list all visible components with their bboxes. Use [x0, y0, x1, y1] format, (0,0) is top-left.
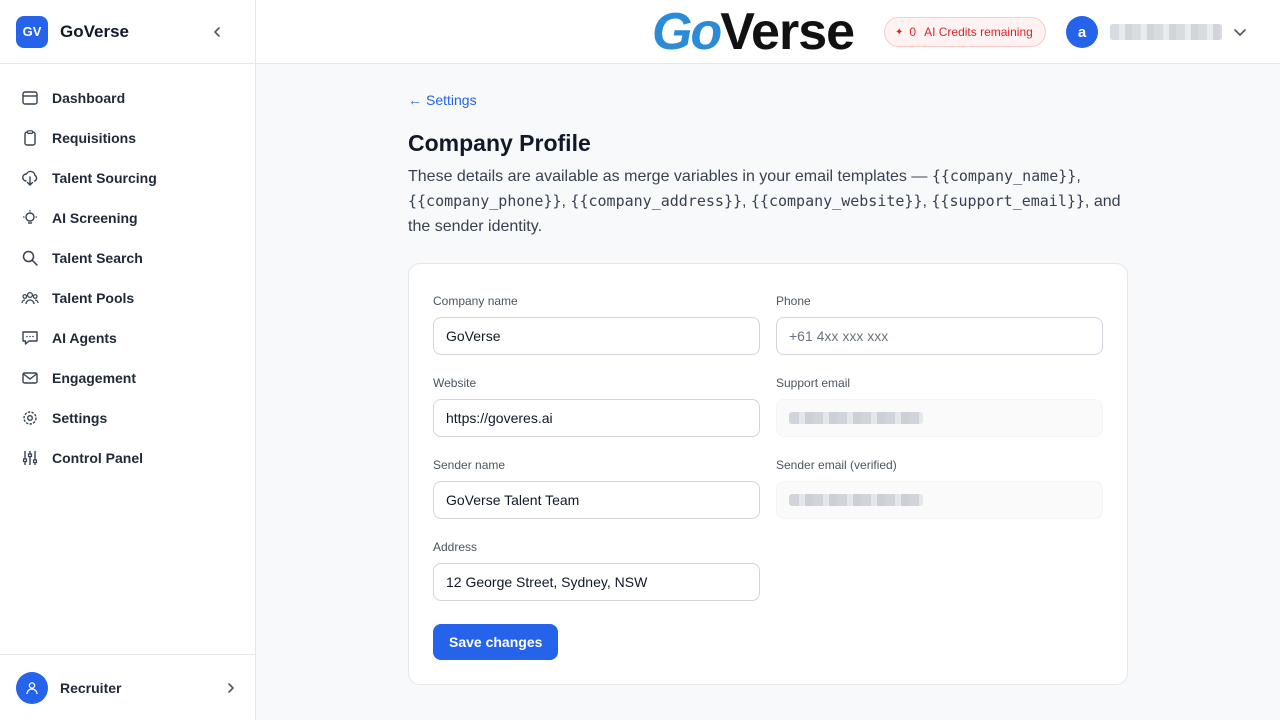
company-name-field: Company name GoVerse [433, 294, 760, 355]
redacted-value [789, 412, 923, 424]
address-label: Address [433, 540, 478, 554]
sidebar-nav: Dashboard Requisitions Talent Sourcing A… [0, 64, 255, 478]
sender-name-label: Sender name [433, 458, 506, 472]
brand-logo-go: Go [652, 3, 722, 61]
sidebar-item-label: Requisitions [52, 130, 137, 146]
sender-email-input[interactable] [776, 481, 1103, 519]
sidebar-item-label: Settings [52, 410, 108, 426]
cloud-download-icon [20, 168, 40, 188]
account-avatar[interactable]: a [1066, 16, 1098, 48]
sidebar-item-label: Engagement [52, 370, 137, 386]
brand-logo-verse: Verse [720, 3, 855, 61]
back-link-label: Settings [426, 92, 477, 108]
save-changes-button[interactable]: Save changes [433, 624, 559, 660]
phone-field: Phone +61 4xx xxx xxx [776, 294, 1103, 355]
merge-var: {{company_address}} [570, 192, 743, 210]
sidebar-header: GV GoVerse [0, 0, 255, 64]
chevron-right-icon [228, 682, 234, 693]
app-logo-badge[interactable]: GV [16, 15, 48, 48]
sliders-icon [20, 448, 40, 468]
calendar-icon [20, 88, 40, 108]
user-role-label: Recruiter [60, 679, 122, 696]
sidebar-item-label: Control Panel [52, 450, 144, 466]
page-description: These details are available as merge var… [408, 167, 1121, 235]
sidebar: GV GoVerse Dashboard Requisitions Talent… [0, 0, 256, 720]
support-email-label: Support email [776, 376, 851, 390]
brand-logo: Go Verse [652, 2, 855, 62]
sidebar-item-talent-pools[interactable]: Talent Pools [0, 278, 255, 318]
lightbulb-icon [20, 208, 40, 228]
sidebar-item-control-panel[interactable]: Control Panel [0, 438, 255, 478]
user-icon [26, 681, 38, 694]
sidebar-item-ai-screening[interactable]: AI Screening [0, 198, 255, 238]
sidebar-item-requisitions[interactable]: Requisitions [0, 118, 255, 158]
sidebar-item-label: Talent Sourcing [52, 170, 157, 186]
merge-var: {{support_email}} [931, 192, 1085, 210]
sidebar-item-label: AI Screening [52, 210, 138, 226]
website-label: Website [433, 376, 477, 390]
chevron-down-icon[interactable] [1232, 24, 1248, 40]
sidebar-item-talent-sourcing[interactable]: Talent Sourcing [0, 158, 255, 198]
phone-label: Phone [776, 294, 811, 308]
website-field: Website https://goveres.ai [433, 376, 760, 437]
sender-name-field: Sender name GoVerse Talent Team [433, 458, 760, 519]
sender-email-label: Sender email (verified) [776, 458, 897, 472]
sidebar-item-label: Talent Pools [52, 290, 135, 306]
search-icon [20, 248, 40, 268]
back-to-settings-link[interactable]: ← Settings [408, 92, 477, 108]
user-role-switcher[interactable]: Recruiter [0, 654, 255, 720]
support-email-field: Support email [776, 376, 1103, 437]
sidebar-item-settings[interactable]: Settings [0, 398, 255, 438]
support-email-input[interactable] [776, 399, 1103, 437]
sender-email-field: Sender email (verified) [776, 458, 1103, 519]
sparkle-icon: ✦ [895, 26, 904, 38]
address-field: Address 12 George Street, Sydney, NSW [433, 540, 760, 601]
credits-label: AI Credits remaining [924, 25, 1033, 39]
phone-input[interactable]: +61 4xx xxx xxx [776, 317, 1103, 355]
sender-name-input[interactable]: GoVerse Talent Team [433, 481, 760, 519]
company-name-input[interactable]: GoVerse [433, 317, 760, 355]
ai-credits-badge[interactable]: ✦ 0 AI Credits remaining [884, 17, 1046, 47]
users-icon [20, 288, 40, 308]
chevron-left-icon [214, 26, 220, 37]
top-bar: Go Verse ✦ 0 AI Credits remaining a [256, 0, 1280, 64]
website-input[interactable]: https://goveres.ai [433, 399, 760, 437]
chat-icon [20, 328, 40, 348]
sidebar-item-talent-search[interactable]: Talent Search [0, 238, 255, 278]
redacted-value [789, 494, 923, 506]
merge-var: {{company_website}} [750, 192, 923, 210]
sidebar-item-engagement[interactable]: Engagement [0, 358, 255, 398]
page-title: Company Profile [408, 130, 591, 156]
arrow-left-icon: ← [408, 92, 422, 108]
sidebar-item-label: Talent Search [52, 250, 143, 266]
clipboard-icon [20, 128, 40, 148]
address-input[interactable]: 12 George Street, Sydney, NSW [433, 563, 760, 601]
account-name-redacted[interactable] [1110, 24, 1222, 40]
sidebar-item-label: AI Agents [52, 330, 117, 346]
sidebar-item-ai-agents[interactable]: AI Agents [0, 318, 255, 358]
app-name: GoVerse [60, 21, 129, 41]
sidebar-item-dashboard[interactable]: Dashboard [0, 78, 255, 118]
collapse-sidebar-button[interactable] [209, 24, 225, 40]
desc-intro: These details are available as merge var… [408, 168, 932, 185]
avatar [16, 671, 48, 704]
mail-icon [20, 368, 40, 388]
merge-var: {{company_phone}} [408, 192, 562, 210]
gear-icon [20, 408, 40, 428]
merge-var: {{company_name}} [931, 167, 1077, 185]
credits-count: 0 [909, 25, 917, 39]
company-name-label: Company name [433, 294, 518, 308]
sidebar-item-label: Dashboard [52, 90, 126, 106]
company-profile-form: Company name GoVerse Phone +61 4xx xxx x… [408, 263, 1128, 685]
